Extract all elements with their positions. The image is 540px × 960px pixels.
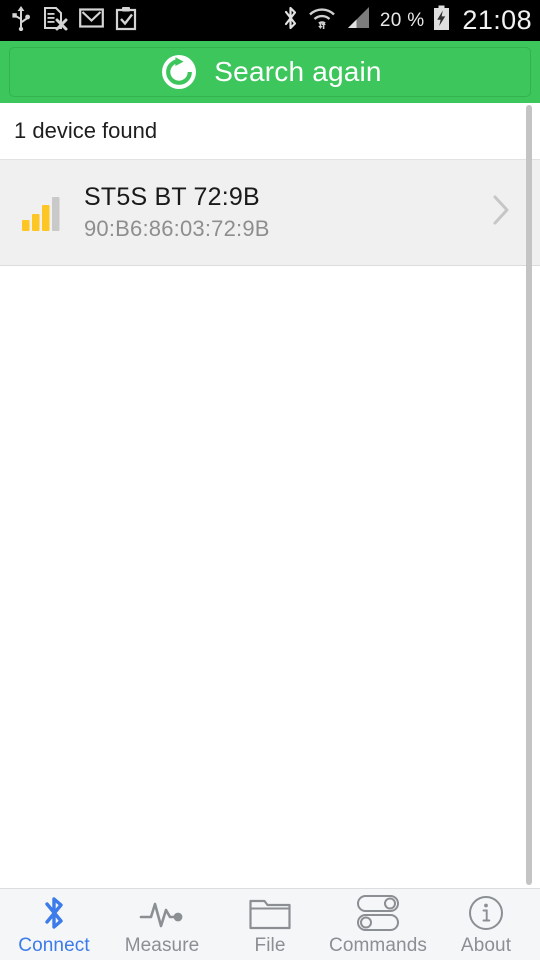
search-again-label: Search again	[214, 56, 382, 87]
bottom-tab-bar: Connect Measure File Commands About	[0, 888, 540, 960]
toggles-icon	[355, 894, 401, 932]
device-list-item[interactable]: ST5S BT 72:9B 90:B6:86:03:72:9B	[0, 160, 540, 266]
battery-charging-icon	[433, 5, 450, 36]
content-area: 1 device found ST5S BT 72:9B 90:B6:86:03…	[0, 103, 540, 888]
clipboard-check-icon	[115, 6, 137, 36]
usb-icon	[10, 5, 32, 36]
tab-file-label: File	[254, 935, 286, 956]
device-mac-address: 90:B6:86:03:72:9B	[84, 216, 270, 241]
tab-measure[interactable]: Measure	[108, 889, 216, 960]
signal-bars-icon	[20, 192, 62, 234]
tab-connect-label: Connect	[18, 935, 90, 956]
device-count-label: 1 device found	[14, 118, 158, 143]
device-info: ST5S BT 72:9B 90:B6:86:03:72:9B	[84, 183, 270, 242]
search-bar: Search again	[0, 41, 540, 103]
search-again-button[interactable]: Search again	[9, 47, 531, 97]
tab-commands-label: Commands	[329, 935, 427, 956]
tab-file[interactable]: File	[216, 889, 324, 960]
status-bar-right-icons: 20 % 21:08	[282, 5, 532, 36]
sd-card-removed-icon	[43, 5, 68, 36]
tab-about[interactable]: About	[432, 889, 540, 960]
status-bar: 20 % 21:08	[0, 0, 540, 41]
waveform-icon	[139, 894, 185, 932]
wifi-icon	[308, 6, 336, 36]
gmail-icon	[79, 7, 104, 34]
bluetooth-icon	[41, 894, 67, 932]
status-bar-left-icons	[10, 5, 137, 36]
device-name: ST5S BT 72:9B	[84, 183, 260, 211]
app-screen: 20 % 21:08 Search again 1 device found S…	[0, 0, 540, 960]
chevron-right-icon	[490, 193, 512, 232]
info-circle-icon	[467, 894, 505, 932]
tab-commands[interactable]: Commands	[324, 889, 432, 960]
refresh-icon	[158, 51, 200, 93]
device-count-header: 1 device found	[0, 103, 540, 160]
battery-percent-label: 20 %	[379, 9, 425, 31]
cellular-signal-icon	[345, 6, 371, 35]
tab-connect[interactable]: Connect	[0, 889, 108, 960]
vertical-scrollbar[interactable]	[526, 105, 532, 885]
tab-measure-label: Measure	[124, 935, 200, 956]
folder-icon	[248, 894, 292, 932]
bluetooth-icon	[282, 5, 299, 36]
tab-about-label: About	[460, 935, 512, 956]
status-bar-clock: 21:08	[462, 5, 532, 35]
